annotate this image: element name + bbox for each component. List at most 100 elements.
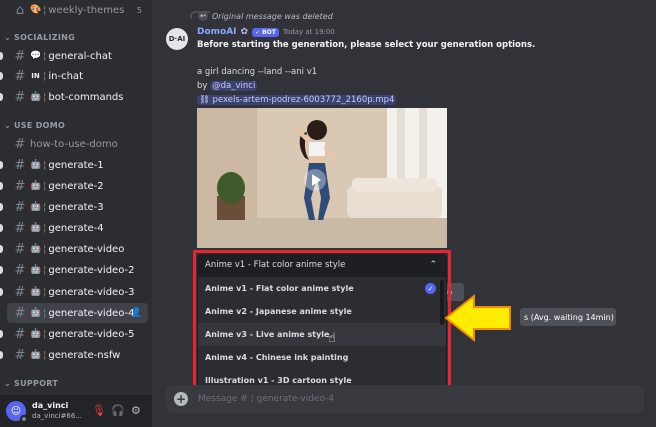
category-label: USE DOMO	[14, 121, 66, 130]
generation-style-select[interactable]: Anime v1 - Flat color anime style ⌃	[197, 254, 447, 276]
channel-name: generate-4	[48, 222, 104, 234]
unread-indicator	[0, 182, 3, 190]
channel-name: generate-video	[48, 243, 125, 255]
option-label: Anime v1 - Flat color anime style	[205, 284, 354, 293]
file-link[interactable]: ⛓ pexels-artem-podrez-6003772_2160p.mp4	[197, 95, 397, 105]
channel-name: general-chat	[48, 50, 112, 62]
hash-icon: #	[14, 241, 26, 257]
category-support[interactable]: ⌄ SUPPORT	[4, 379, 58, 388]
hash-icon: #	[14, 220, 26, 236]
file-name: pexels-artem-podrez-6003772_2160p.mp4	[212, 95, 395, 105]
channel-generate-nsfw[interactable]: # 🤖 ¦ generate-nsfw	[0, 345, 148, 365]
timestamp: Today at 19:00	[282, 28, 335, 36]
settings-gear-icon[interactable]: ⚙	[131, 404, 141, 417]
prompt-text: a girl dancing --land --ani v1	[197, 67, 318, 77]
avatar[interactable]: ☺	[6, 401, 28, 423]
unread-indicator	[0, 52, 3, 60]
unread-indicator	[0, 245, 3, 253]
option-anime-v1[interactable]: Anime v1 - Flat color anime style ✓	[198, 277, 446, 300]
chevron-down-icon: ⌄	[4, 379, 12, 388]
option-anime-v2[interactable]: Anime v2 - Japanese anime style	[198, 300, 446, 323]
channel-generate-4[interactable]: # 🤖 ¦ generate-4	[0, 218, 148, 238]
separator: ¦	[43, 222, 47, 234]
add-attachment-icon[interactable]: +	[174, 392, 188, 406]
queue-status-button[interactable]: s (Avg. waiting 14min)	[520, 308, 616, 326]
channel-name: how-to-use-domo	[30, 138, 118, 150]
channel-general-chat[interactable]: # 💬 ¦ general-chat	[0, 46, 148, 66]
channel-generate-2[interactable]: # 🤖 ¦ generate-2	[0, 176, 148, 196]
channel-name: generate-video-5	[48, 328, 135, 340]
deafen-icon[interactable]: 🎧	[111, 404, 125, 417]
robot-icon: 🤖	[30, 244, 42, 254]
channel-name: generate-2	[48, 180, 104, 192]
channel-generate-video-2[interactable]: # 🤖 ¦ generate-video-2	[0, 260, 148, 280]
channel-how-to-use-domo[interactable]: # how-to-use-domo	[7, 134, 148, 154]
hash-icon: #	[14, 68, 26, 84]
robot-icon: 🤖	[30, 202, 42, 212]
user-mention[interactable]: @da_vinci	[210, 81, 258, 91]
member-count: 5	[136, 5, 142, 15]
hash-icon: #	[14, 48, 26, 64]
username: da_vinci	[32, 401, 69, 410]
reply-text: Original message was deleted	[212, 11, 333, 21]
video-attachment[interactable]	[197, 108, 447, 248]
video-frame	[197, 108, 447, 248]
channel-generate-video[interactable]: # 🤖 ¦ generate-video	[0, 239, 148, 259]
hash-icon: #	[14, 157, 26, 173]
channel-generate-video-4[interactable]: # 🤖 ¦ generate-video-4 👤	[7, 303, 148, 323]
channel-bot-commands[interactable]: # 🤖 ¦ bot-commands	[0, 87, 148, 107]
chat-area: ↩ Original message was deleted D·AI Domo…	[152, 0, 656, 427]
unread-indicator	[0, 351, 3, 359]
robot-icon: 🤖	[30, 223, 42, 233]
cursor-hand-icon: ☝	[328, 331, 336, 346]
channel-in-chat[interactable]: # IN ¦ in-chat	[0, 66, 148, 86]
channel-generate-1[interactable]: # 🤖 ¦ generate-1	[0, 155, 148, 175]
category-label: SOCIALIZING	[14, 33, 76, 42]
separator: ¦	[43, 180, 47, 192]
channel-sidebar: ⌂ 🎨 ¦ weekly-themes 5 ⌄ SOCIALIZING # 💬 …	[0, 0, 152, 427]
bot-badge: ✓ BOT	[252, 27, 279, 37]
channel-name: generate-video-2	[48, 264, 135, 276]
speech-icon: ⌂	[15, 2, 25, 18]
bot-avatar[interactable]: D·AI	[166, 28, 188, 50]
message-headline: Before starting the generation, please s…	[197, 40, 536, 50]
check-icon: ✓	[425, 283, 436, 294]
channel-generate-video-5[interactable]: # 🤖 ¦ generate-video-5	[0, 324, 148, 344]
channel-generate-3[interactable]: # 🤖 ¦ generate-3	[0, 197, 148, 217]
hash-icon: #	[14, 89, 26, 105]
hash-icon: #	[14, 326, 26, 342]
channel-name: generate-nsfw	[48, 349, 121, 361]
option-anime-v3[interactable]: Anime v3 - Live anime style ☝	[198, 323, 446, 346]
category-use-domo[interactable]: ⌄ USE DOMO	[4, 121, 65, 130]
channel-generate-video-3[interactable]: # 🤖 ¦ generate-video-3	[0, 282, 148, 302]
hash-icon: #	[14, 284, 26, 300]
category-socializing[interactable]: ⌄ SOCIALIZING	[4, 33, 75, 42]
separator: ¦	[43, 328, 47, 340]
channel-emoji: 💬	[30, 51, 42, 61]
separator: ¦	[43, 70, 47, 82]
reply-context[interactable]: ↩ Original message was deleted	[198, 11, 333, 21]
message-input[interactable]: Message # ¦ generate-video-4	[198, 394, 334, 404]
unread-indicator	[0, 266, 3, 274]
unread-indicator	[0, 330, 3, 338]
separator: ¦	[43, 4, 47, 16]
user-panel: ☺ da_vinci da_vinci#66... 🎙 🎧 ⚙	[0, 395, 152, 427]
separator: ¦	[43, 349, 47, 361]
annotation-arrow-icon	[444, 293, 511, 343]
chevron-down-icon: ⌄	[4, 33, 12, 42]
channel-name: in-chat	[48, 70, 83, 82]
channel-weekly-themes[interactable]: ⌂ 🎨 ¦ weekly-themes 5	[7, 0, 148, 20]
message-composer[interactable]: + Message # ¦ generate-video-4	[166, 385, 644, 413]
check-icon: ✓	[255, 28, 261, 36]
unread-indicator	[0, 203, 3, 211]
mute-mic-icon[interactable]: 🎙	[92, 404, 106, 417]
add-member-icon[interactable]: 👤	[131, 308, 142, 318]
channel-name: generate-video-4	[48, 307, 135, 319]
bot-name[interactable]: DomoAI	[197, 27, 237, 37]
style-options-menu: Anime v1 - Flat color anime style ✓ Anim…	[197, 276, 447, 393]
channel-emoji: 🎨	[30, 5, 42, 15]
category-label: SUPPORT	[14, 379, 59, 388]
robot-icon: 🤖	[30, 350, 42, 360]
option-anime-v4[interactable]: Anime v4 - Chinese ink painting	[198, 346, 446, 369]
separator: ¦	[43, 50, 47, 62]
